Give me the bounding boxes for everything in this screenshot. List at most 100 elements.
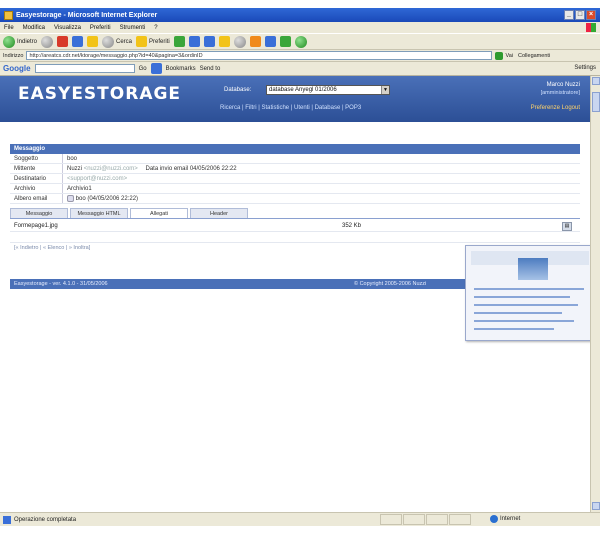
- user-name: Marco Nuzzi: [546, 82, 580, 88]
- tab-message[interactable]: Messaggio: [10, 208, 68, 218]
- chevron-down-icon: ▼: [381, 86, 389, 94]
- database-value: database Anyegl 01/2006: [269, 87, 337, 93]
- attachment-preview-thumbnail[interactable]: [465, 245, 594, 341]
- folder-icon[interactable]: [218, 36, 230, 47]
- message-header: Messaggio: [10, 144, 580, 154]
- scroll-up-icon[interactable]: [592, 77, 600, 85]
- minimize-icon[interactable]: _: [564, 10, 574, 20]
- browser-toolbar: Indietro Cerca Preferiti: [0, 33, 600, 50]
- google-logo: Google: [3, 64, 31, 73]
- discuss-icon[interactable]: [249, 36, 261, 47]
- search-icon: [102, 35, 115, 48]
- download-icon[interactable]: ▤: [562, 221, 572, 231]
- zone-label: Internet: [500, 516, 521, 522]
- field-value: Nuzzi <nuzzi@nuzzi.com> Data invio email…: [62, 164, 237, 173]
- back-label: Indietro: [17, 38, 38, 45]
- sender-email[interactable]: <nuzzi@nuzzi.com>: [84, 166, 138, 172]
- field-value: Archivio1: [62, 184, 92, 193]
- window-controls: _ □ ×: [564, 10, 596, 20]
- tab-attachments[interactable]: Allegati: [130, 208, 188, 218]
- mail-icon[interactable]: [203, 36, 215, 47]
- field-value: boo: [62, 154, 77, 163]
- field-row-subject: Soggetto boo: [10, 154, 580, 164]
- maximize-icon[interactable]: □: [575, 10, 585, 20]
- tab-message-html[interactable]: Messaggio HTML: [70, 208, 128, 218]
- preview-line: [474, 296, 570, 298]
- page-icon: [3, 515, 11, 524]
- preview-line: [474, 320, 574, 322]
- main-nav[interactable]: Ricerca | Filtri | Statistiche | Utenti …: [220, 105, 361, 111]
- search-label: Cerca: [116, 38, 133, 45]
- field-row-archive: Archivio Archivio1: [10, 184, 580, 194]
- field-label: Mittente: [14, 165, 36, 172]
- database-select[interactable]: database Anyegl 01/2006 ▼: [266, 85, 390, 95]
- send-to-button[interactable]: Send to: [200, 66, 221, 72]
- scroll-down-icon[interactable]: [592, 502, 600, 510]
- user-links[interactable]: Preferenze Logout: [531, 105, 580, 111]
- attachment-name[interactable]: Formepage1.jpg: [10, 223, 342, 229]
- history-icon[interactable]: [188, 36, 200, 47]
- menu-edit[interactable]: Modifica: [23, 25, 45, 31]
- links-label[interactable]: Collegamenti: [518, 53, 550, 59]
- media-icon[interactable]: [173, 36, 185, 47]
- status-bar: Operazione completata Internet: [0, 512, 600, 526]
- field-label: Archivio: [14, 185, 36, 192]
- google-search-input[interactable]: [34, 64, 135, 73]
- menu-bar: File Modifica Visualizza Preferiti Strum…: [0, 22, 600, 33]
- preview-image: [518, 258, 548, 280]
- message-panel: Messaggio Soggetto boo Mittente Nuzzi <n…: [10, 144, 580, 252]
- field-row-email-tree: Albero email boo (04/05/2006 22:22): [10, 194, 580, 204]
- app-logo: EASYESTORAGE: [18, 84, 182, 104]
- google-go-button[interactable]: Go: [139, 66, 147, 72]
- search-button[interactable]: Cerca: [102, 35, 133, 48]
- star-icon: [136, 36, 148, 47]
- extra-toolbar-icon[interactable]: [294, 35, 307, 48]
- edit-icon[interactable]: [279, 36, 291, 47]
- copyright: © Copyright 2005-2006 Nuzzi: [354, 281, 427, 287]
- menu-help[interactable]: ?: [154, 25, 157, 31]
- email-tree-value[interactable]: boo (04/05/2006 22:22): [76, 196, 138, 202]
- preview-line: [474, 328, 554, 330]
- app-header: EASYESTORAGE Database: database Anyegl 0…: [0, 76, 590, 122]
- settings-button[interactable]: Settings: [574, 65, 596, 71]
- close-icon[interactable]: ×: [586, 10, 596, 20]
- sent-date-label: Data invio email: [145, 166, 189, 172]
- field-value: boo (04/05/2006 22:22): [62, 194, 138, 203]
- tab-header[interactable]: Header: [190, 208, 248, 218]
- menu-favorites[interactable]: Preferiti: [90, 25, 111, 31]
- favorites-label: Preferiti: [149, 38, 170, 45]
- status-text: Operazione completata: [14, 516, 77, 523]
- home-icon[interactable]: [87, 36, 99, 47]
- refresh-icon[interactable]: [72, 36, 84, 47]
- window-title-bar: Easyestorage - Microsoft Internet Explor…: [0, 8, 600, 22]
- forward-arrow-icon[interactable]: [41, 35, 54, 48]
- field-row-sender: Mittente Nuzzi <nuzzi@nuzzi.com> Data in…: [10, 164, 580, 174]
- preview-line: [474, 312, 562, 314]
- email-icon: [67, 194, 74, 202]
- corner-notch: [536, 0, 600, 8]
- favorites-button[interactable]: Preferiti: [136, 36, 170, 47]
- messenger-icon[interactable]: [233, 35, 246, 48]
- address-input[interactable]: http://areatcs.cdr.net/ktorage/messaggio…: [26, 51, 493, 60]
- menu-tools[interactable]: Strumenti: [120, 25, 146, 31]
- browser-viewport: EASYESTORAGE Database: database Anyegl 0…: [0, 76, 594, 512]
- status-cell: [449, 514, 471, 525]
- scroll-thumb[interactable]: [592, 92, 600, 112]
- ie-app-icon: [4, 10, 13, 20]
- bookmarks-button[interactable]: Bookmarks: [166, 66, 196, 72]
- menu-file[interactable]: File: [4, 25, 14, 31]
- recipient-email[interactable]: <support@nuzzi.com>: [67, 176, 127, 182]
- print-icon[interactable]: [264, 36, 276, 47]
- menu-view[interactable]: Visualizza: [54, 25, 81, 31]
- go-label: Vai: [505, 52, 514, 59]
- vertical-scrollbar[interactable]: [590, 76, 600, 512]
- windows-flag-icon: [586, 23, 596, 32]
- go-button[interactable]: Vai: [495, 51, 514, 60]
- google-toolbar: Google Go Bookmarks Send to Settings: [0, 62, 600, 76]
- stop-icon[interactable]: [57, 36, 69, 47]
- user-role: [amministratore]: [540, 90, 580, 96]
- field-value: <support@nuzzi.com>: [62, 174, 127, 183]
- back-button[interactable]: Indietro: [3, 35, 38, 48]
- pagerank-icon: [150, 63, 162, 74]
- preview-line: [474, 288, 584, 290]
